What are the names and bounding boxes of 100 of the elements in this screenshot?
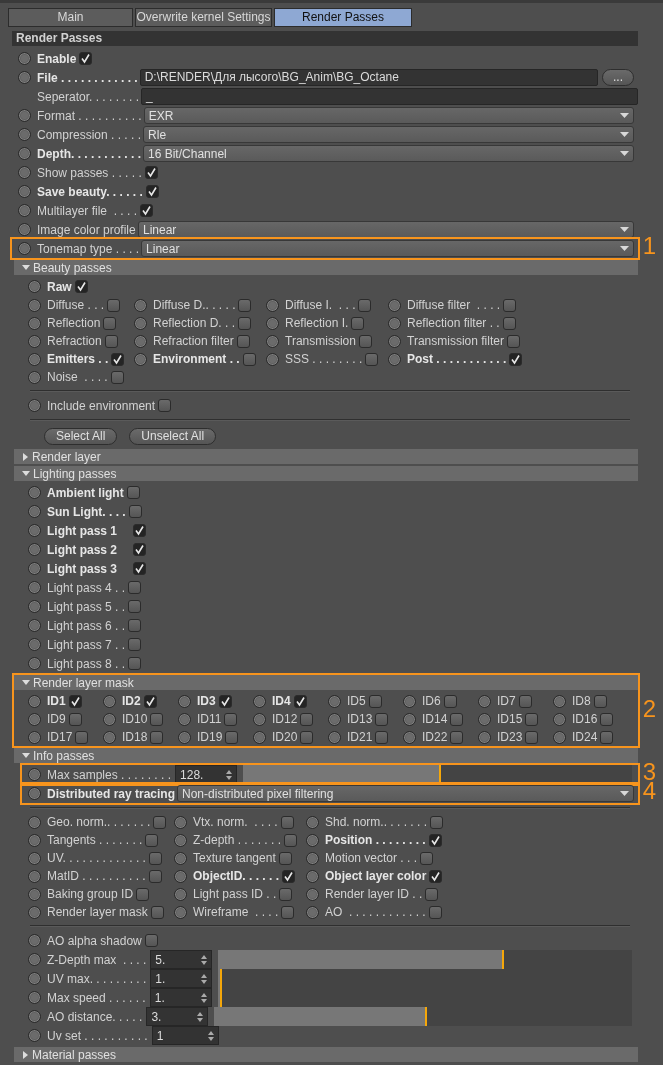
slider-fill[interactable] [217, 988, 222, 1007]
slider-fill[interactable] [218, 969, 223, 988]
group-header[interactable]: Render layer [14, 449, 638, 464]
circle-icon[interactable] [28, 352, 41, 366]
circle-icon[interactable] [28, 712, 41, 726]
checkbox[interactable] [503, 298, 517, 312]
circle-icon[interactable] [103, 694, 116, 708]
circle-icon[interactable] [28, 657, 41, 670]
number-field[interactable]: 1. [149, 988, 212, 1007]
circle-icon[interactable] [18, 185, 31, 198]
circle-icon[interactable] [28, 833, 41, 847]
circle-icon[interactable] [134, 334, 147, 348]
checkbox[interactable] [144, 166, 158, 179]
checkbox[interactable] [450, 712, 464, 726]
circle-icon[interactable] [134, 298, 147, 312]
circle-icon[interactable] [174, 905, 187, 919]
number-field[interactable]: 1 [151, 1026, 219, 1045]
checkbox[interactable] [218, 694, 232, 708]
circle-icon[interactable] [478, 694, 491, 708]
checkbox[interactable] [428, 905, 442, 919]
circle-icon[interactable] [103, 712, 116, 726]
group-header[interactable]: Material passes [14, 1047, 638, 1062]
checkbox[interactable] [136, 887, 150, 901]
checkbox[interactable] [238, 316, 252, 330]
checkbox[interactable] [153, 815, 167, 829]
circle-icon[interactable] [28, 1010, 41, 1023]
circle-icon[interactable] [28, 972, 41, 985]
checkbox[interactable] [450, 730, 464, 744]
circle-icon[interactable] [266, 316, 279, 330]
circle-icon[interactable] [28, 581, 41, 594]
checkbox[interactable] [358, 298, 372, 312]
checkbox[interactable] [133, 562, 147, 575]
checkbox[interactable] [375, 730, 389, 744]
checkbox[interactable] [75, 730, 89, 744]
circle-icon[interactable] [18, 52, 31, 65]
number-field[interactable]: 3. [146, 1007, 209, 1026]
checkbox[interactable] [506, 334, 520, 348]
checkbox[interactable] [79, 52, 93, 65]
checkbox[interactable] [128, 657, 142, 670]
checkbox[interactable] [293, 694, 307, 708]
checkbox[interactable] [224, 712, 238, 726]
circle-icon[interactable] [28, 638, 41, 651]
checkbox[interactable] [111, 352, 125, 366]
checkbox[interactable] [443, 694, 457, 708]
dropdown[interactable]: Non-distributed pixel filtering [177, 785, 634, 802]
checkbox[interactable] [278, 851, 292, 865]
number-field[interactable]: 1. [150, 969, 213, 988]
circle-icon[interactable] [328, 712, 341, 726]
circle-icon[interactable] [28, 562, 41, 575]
checkbox[interactable] [368, 694, 382, 708]
slider-track[interactable] [217, 988, 632, 1007]
circle-icon[interactable] [28, 905, 41, 919]
circle-icon[interactable] [28, 600, 41, 613]
checkbox[interactable] [107, 298, 121, 312]
checkbox[interactable] [104, 334, 118, 348]
circle-icon[interactable] [18, 242, 31, 255]
file-path-field[interactable]: D:\RENDER\Для лысого\BG_Anim\BG_Octane [139, 69, 598, 86]
circle-icon[interactable] [403, 694, 416, 708]
checkbox[interactable] [128, 505, 142, 518]
circle-icon[interactable] [18, 223, 31, 236]
slider-track[interactable] [218, 969, 632, 988]
tab[interactable]: Overwrite kernel Settings [135, 8, 272, 27]
checkbox[interactable] [351, 316, 365, 330]
circle-icon[interactable] [28, 524, 41, 537]
circle-icon[interactable] [18, 204, 31, 217]
push-button[interactable]: Select All [44, 427, 118, 445]
checkbox[interactable] [148, 869, 162, 883]
circle-icon[interactable] [28, 1029, 41, 1042]
circle-icon[interactable] [28, 934, 41, 947]
checkbox[interactable] [133, 543, 147, 556]
text-field[interactable]: _ [141, 88, 638, 105]
circle-icon[interactable] [28, 486, 41, 499]
group-header[interactable]: Beauty passes [14, 260, 638, 275]
checkbox[interactable] [518, 694, 532, 708]
circle-icon[interactable] [28, 543, 41, 556]
circle-icon[interactable] [18, 147, 31, 160]
checkbox[interactable] [150, 730, 164, 744]
checkbox[interactable] [525, 712, 539, 726]
checkbox[interactable] [236, 334, 250, 348]
checkbox[interactable] [145, 185, 159, 198]
checkbox[interactable] [144, 934, 158, 947]
circle-icon[interactable] [174, 887, 187, 901]
checkbox[interactable] [502, 316, 516, 330]
checkbox[interactable] [425, 887, 439, 901]
checkbox[interactable] [593, 694, 607, 708]
circle-icon[interactable] [478, 712, 491, 726]
checkbox[interactable] [420, 851, 434, 865]
circle-icon[interactable] [403, 730, 416, 744]
dropdown[interactable]: Linear [141, 240, 634, 257]
group-header[interactable]: Render layer mask [14, 675, 638, 690]
circle-icon[interactable] [266, 334, 279, 348]
browse-button[interactable]: ... [602, 69, 634, 86]
circle-icon[interactable] [28, 370, 41, 384]
circle-icon[interactable] [28, 768, 41, 781]
checkbox[interactable] [148, 851, 162, 865]
circle-icon[interactable] [28, 953, 41, 966]
circle-icon[interactable] [28, 787, 41, 800]
checkbox[interactable] [525, 730, 539, 744]
checkbox[interactable] [128, 638, 142, 651]
checkbox[interactable] [143, 694, 157, 708]
